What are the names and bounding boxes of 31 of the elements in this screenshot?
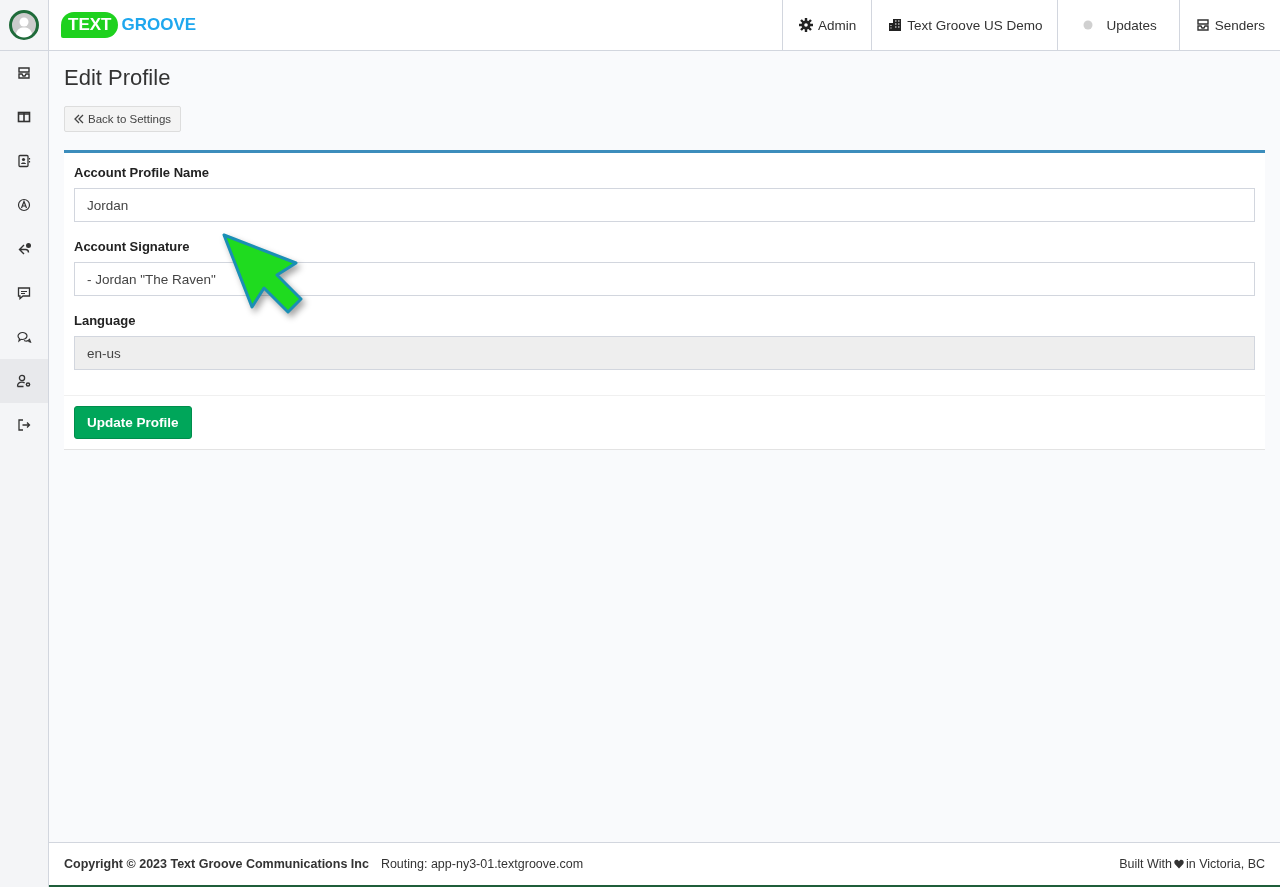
chats-icon [16, 329, 32, 345]
input-field[interactable]: - Jordan "The Raven" [74, 262, 1255, 296]
compass-icon [16, 197, 32, 213]
nav-link[interactable]: Text Groove US Demo [907, 17, 1043, 33]
columns-icon [16, 109, 32, 125]
input-field[interactable]: Jordan [74, 188, 1255, 222]
reply-icon [16, 241, 32, 257]
built-with-text: Built With [1119, 857, 1173, 871]
sidebar-item[interactable] [0, 359, 48, 403]
field-label: Account Signature [74, 239, 191, 254]
double-chevron-icon [74, 114, 84, 124]
heart-icon [1174, 859, 1185, 869]
copyright-text: Copyright © 2023 Text Groove Communications Inc [64, 857, 369, 871]
inbox-icon [1194, 17, 1211, 33]
location-text: in Victoria, BC [1186, 857, 1265, 871]
avatar-icon[interactable] [9, 10, 39, 40]
field-label: Account Profile Name [74, 165, 211, 180]
message-icon [16, 285, 32, 301]
logout-icon [16, 417, 32, 433]
nav-link[interactable]: Senders [1214, 17, 1265, 33]
gear-icon [798, 17, 815, 33]
user-gear-icon [16, 373, 32, 389]
contact-icon [16, 153, 32, 169]
nav-link[interactable]: Updates [1106, 17, 1157, 33]
page-title: Edit Profile [64, 65, 172, 91]
inbox-icon [16, 65, 32, 81]
building-icon [887, 17, 904, 33]
routing-text: Routing: app-ny3-01.textgroove.com [380, 857, 584, 871]
back-button[interactable]: Back to Settings [64, 106, 182, 132]
nav-link[interactable]: Admin [818, 17, 857, 33]
field-label: Language [74, 313, 137, 328]
